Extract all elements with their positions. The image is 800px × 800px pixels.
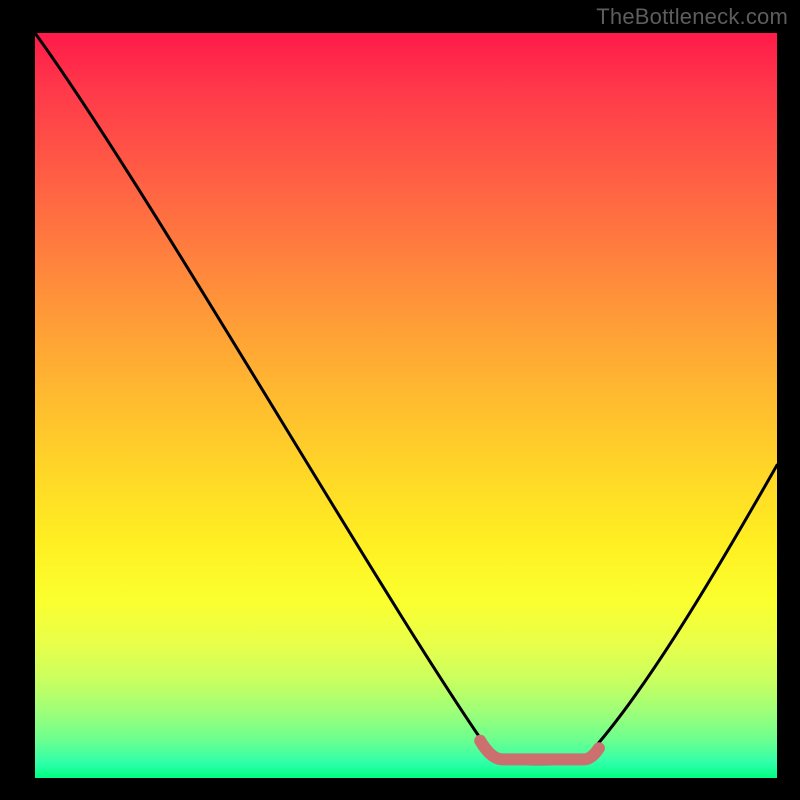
valley-highlight: [480, 741, 599, 760]
chart-stage: TheBottleneck.com: [0, 0, 800, 800]
curve-layer: [0, 0, 800, 800]
watermark-text: TheBottleneck.com: [596, 4, 788, 30]
main-curve: [35, 33, 777, 764]
